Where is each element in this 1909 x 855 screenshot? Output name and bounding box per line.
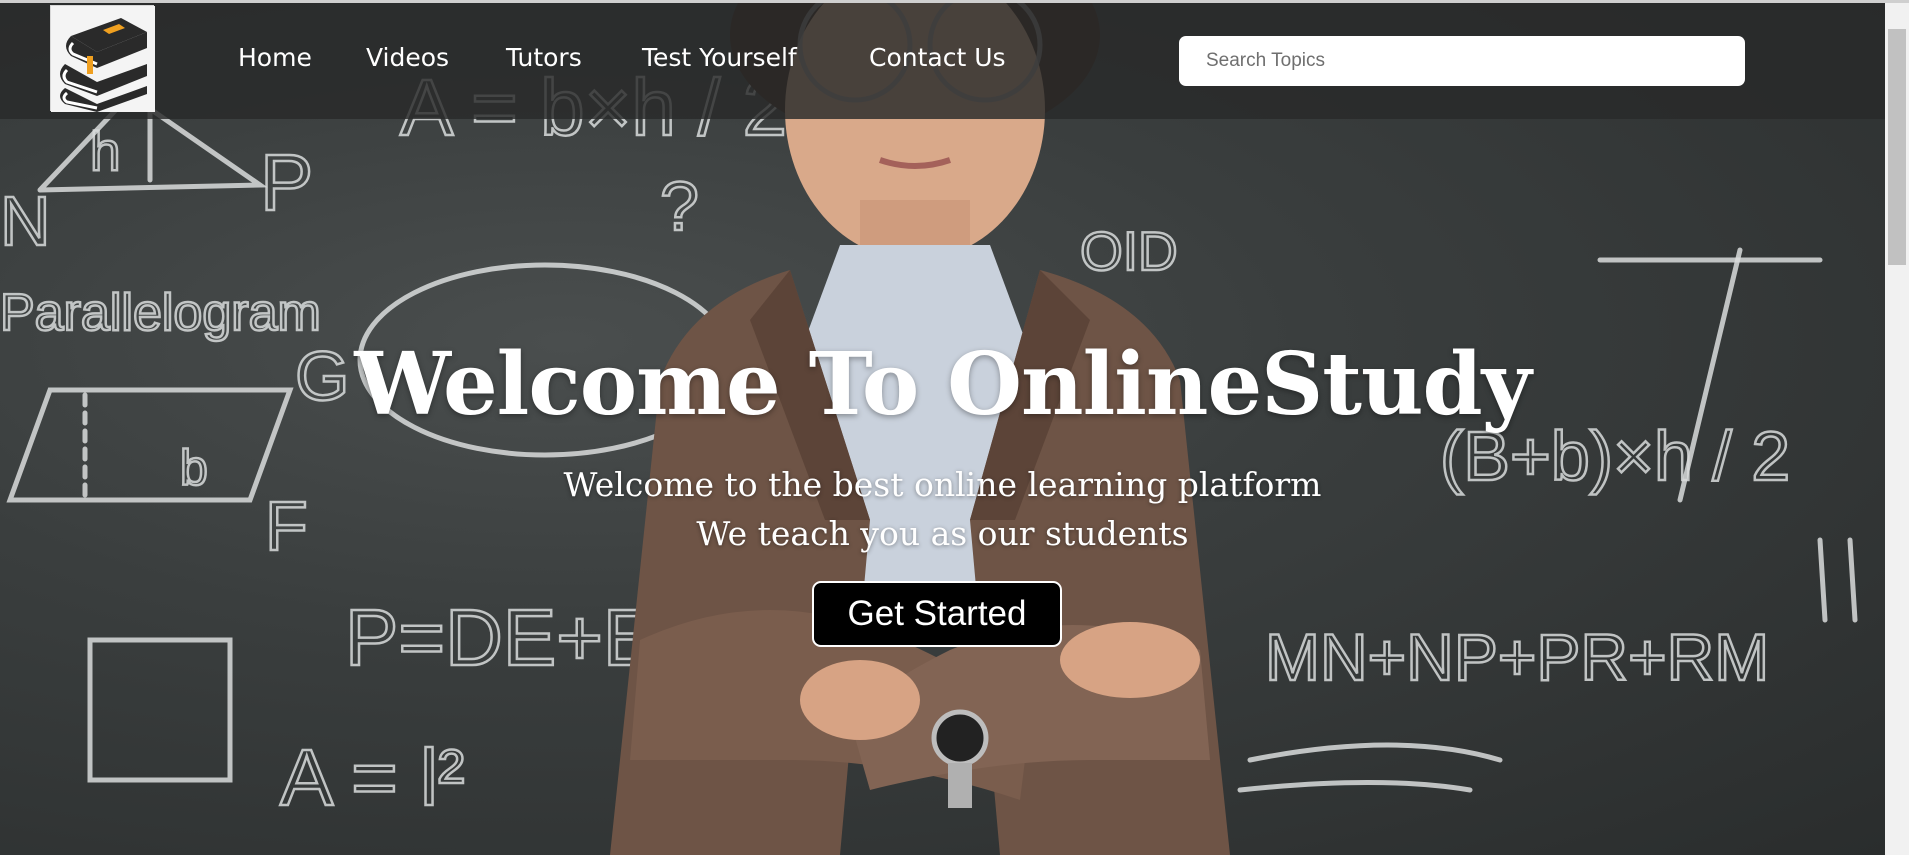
chalk-label-p: P: [260, 138, 313, 227]
chalk-label-h: h: [90, 120, 121, 182]
nav-test-yourself[interactable]: Test Yourself: [642, 43, 797, 73]
chalk-formula-square: A = l²: [280, 733, 465, 822]
chalk-formula-perimeter: MN+NP+PR+RM: [1265, 620, 1769, 694]
nav-tutors[interactable]: Tutors: [506, 43, 582, 73]
chalk-label-n: N: [0, 182, 51, 260]
browser-viewport: h P N Parallelogram G F b A = b×h / 2 ? …: [0, 0, 1909, 855]
chalk-label-parallelogram: Parallelogram: [0, 284, 321, 342]
window-top-edge: [0, 0, 1909, 3]
search-input[interactable]: [1179, 36, 1745, 86]
nav-videos[interactable]: Videos: [366, 43, 449, 73]
hero-subtitle-1: Welcome to the best online learning plat…: [563, 465, 1322, 504]
scrollbar-thumb[interactable]: [1888, 29, 1906, 265]
nav-home[interactable]: Home: [238, 43, 312, 73]
hero-subtitle-2: We teach you as our students: [696, 514, 1189, 553]
site-logo[interactable]: [50, 5, 155, 112]
page-scrollbar[interactable]: [1885, 3, 1909, 855]
navbar: Home Videos Tutors Test Yourself Contact…: [0, 3, 1885, 119]
nav-contact-us[interactable]: Contact Us: [869, 43, 1006, 73]
get-started-button[interactable]: Get Started: [812, 581, 1062, 647]
hero-title: Welcome To OnlineStudy: [354, 334, 1531, 435]
books-stack-icon: [51, 6, 155, 112]
